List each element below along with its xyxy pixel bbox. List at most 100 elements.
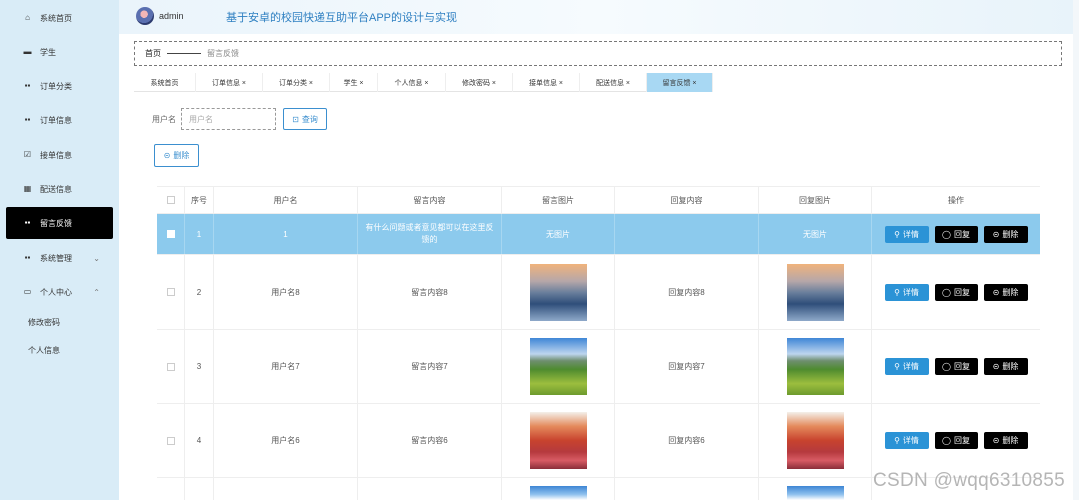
search-icon: ⊡	[292, 114, 299, 124]
reply-image[interactable]	[786, 263, 844, 321]
clipboard-icon: ▦	[23, 184, 32, 193]
avatar[interactable]	[136, 7, 154, 25]
sidebar-item-order-info[interactable]: ▪▪ 订单信息	[6, 105, 113, 135]
detail-button[interactable]: ⚲ 详情	[884, 358, 929, 375]
tab-personal-info[interactable]: 个人信息 ×	[378, 73, 446, 92]
sidebar-item-feedback[interactable]: ▪▪ 留言反馈	[6, 207, 113, 239]
cell-index: 3	[185, 330, 214, 403]
reply-label: 回复	[953, 287, 970, 297]
delete-button[interactable]: ⊝ 删除	[983, 283, 1028, 301]
cell-index: 1	[185, 214, 214, 254]
reply-label: 回复	[953, 229, 970, 239]
reply-button[interactable]: ◯ 回复	[934, 432, 978, 449]
row-checkbox[interactable]	[166, 362, 175, 371]
username-search-input[interactable]	[181, 108, 276, 130]
delete-icon: ⊝	[992, 229, 1000, 239]
delete-button[interactable]: ⊝ 删除	[983, 358, 1028, 375]
sidebar-item-home[interactable]: ⌂ 系统首页	[6, 3, 113, 33]
reply-image[interactable]	[786, 338, 844, 395]
checklist-icon: ☑	[23, 150, 32, 159]
breadcrumb-home[interactable]: 首页	[145, 48, 161, 59]
tab-order-info[interactable]: 订单信息 ×	[196, 73, 263, 92]
tab-feedback[interactable]: 留言反馈 ×	[647, 73, 713, 92]
tab-order-category[interactable]: 订单分类 ×	[263, 73, 330, 92]
cell-username: 用户名8	[214, 255, 358, 329]
delete-icon: ⊝	[992, 287, 1000, 297]
sidebar-item-order-category[interactable]: ▪▪ 订单分类	[6, 71, 113, 101]
sidebar-item-label: 订单信息	[40, 115, 72, 125]
tab-bar: 系统首页 订单信息 × 订单分类 × 学生 × 个人信息 × 修改密码 × 接单…	[134, 73, 713, 92]
chevron-down-icon: ⌄	[93, 253, 100, 263]
batch-delete-button[interactable]: ⊝ 删除	[154, 144, 199, 167]
cell-index: 2	[185, 255, 214, 329]
row-checkbox-cell	[157, 255, 185, 329]
cell-reply-image	[759, 478, 872, 500]
tab-home[interactable]: 系统首页	[134, 73, 196, 92]
cell-reply-image	[759, 330, 872, 403]
detail-button[interactable]: ⚲ 详情	[884, 283, 929, 301]
sidebar-item-label: 接单信息	[40, 150, 72, 160]
cell-actions: ⚲ 详情 ◯ 回复 ⊝ 删除	[872, 214, 1040, 254]
cell-content: 有什么问题或者意见都可以在这里反馈的	[358, 214, 502, 254]
delete-button[interactable]: ⊝ 删除	[983, 432, 1028, 449]
grid-icon: ▪▪	[24, 115, 31, 124]
cell-content: 留言内容6	[358, 404, 502, 477]
row-checkbox[interactable]	[166, 230, 175, 238]
table-row[interactable]: 1 1 有什么问题或者意见都可以在这里反馈的 无图片 无图片 ⚲ 详情 ◯ 回复 ⊝…	[157, 214, 1040, 255]
sidebar-item-accept-info[interactable]: ☑ 接单信息	[6, 140, 113, 170]
cell-reply-image: 无图片	[759, 214, 872, 254]
feedback-image[interactable]	[529, 486, 587, 500]
tab-accept-info[interactable]: 接单信息 ×	[513, 73, 580, 92]
detail-button[interactable]: ⚲ 详情	[884, 225, 929, 243]
top-header: admin 基于安卓的校园快递互助平台APP的设计与实现	[119, 0, 1079, 34]
reply-button[interactable]: ◯ 回复	[934, 358, 978, 375]
sidebar-subitem-change-password[interactable]: 修改密码	[28, 317, 60, 328]
reply-label: 回复	[953, 362, 970, 371]
search-icon: ⚲	[894, 287, 900, 297]
cell-actions: ⚲ 详情 ◯ 回复 ⊝ 删除	[872, 255, 1040, 329]
chevron-up-icon: ⌃	[93, 287, 100, 297]
row-checkbox[interactable]	[166, 436, 175, 445]
sidebar-item-personal-center[interactable]: ▭ 个人中心 ⌃	[6, 277, 113, 307]
grid-icon: ▪▪	[24, 81, 31, 90]
cell-actions: ⚲ 详情 ◯ 回复 ⊝ 删除	[872, 330, 1040, 403]
reply-image[interactable]	[786, 412, 844, 469]
query-button[interactable]: ⊡ 查询	[283, 108, 327, 130]
col-reply-image: 回复图片	[759, 187, 872, 213]
tab-student[interactable]: 学生 ×	[330, 73, 378, 92]
id-card-icon: ▬	[23, 47, 32, 56]
grid-icon: ▪▪	[24, 218, 31, 227]
sidebar-subitem-personal-info[interactable]: 个人信息	[28, 345, 60, 356]
delete-button[interactable]: ⊝ 删除	[983, 225, 1028, 243]
col-image: 留言图片	[502, 187, 615, 213]
feedback-image[interactable]	[529, 263, 587, 321]
feedback-image[interactable]	[529, 338, 587, 395]
scrollbar-track[interactable]	[1073, 0, 1079, 500]
cell-reply	[615, 214, 759, 254]
cell-content	[358, 478, 502, 500]
table-row[interactable]: 4 用户名6 留言内容6 回复内容6 ⚲ 详情 ◯ 回复 ⊝ 删除	[157, 404, 1040, 478]
reply-image[interactable]	[786, 486, 844, 500]
row-checkbox-cell	[157, 330, 185, 403]
reply-button[interactable]: ◯ 回复	[934, 283, 978, 301]
cell-reply-image	[759, 255, 872, 329]
row-checkbox[interactable]	[166, 288, 175, 296]
detail-label: 详情	[902, 362, 919, 371]
sidebar-item-delivery-info[interactable]: ▦ 配送信息	[6, 174, 113, 204]
cell-image	[502, 478, 615, 500]
table-row[interactable]: 2 用户名8 留言内容8 回复内容8 ⚲ 详情 ◯ 回复 ⊝ 删除	[157, 255, 1040, 330]
feedback-image[interactable]	[529, 412, 587, 469]
table-row[interactable]: 3 用户名7 留言内容7 回复内容7 ⚲ 详情 ◯ 回复 ⊝ 删除	[157, 330, 1040, 404]
cell-reply: 回复内容6	[615, 404, 759, 477]
tab-delivery-info[interactable]: 配送信息 ×	[580, 73, 647, 92]
cell-content: 留言内容7	[358, 330, 502, 403]
sidebar-item-system-management[interactable]: ▪▪ 系统管理 ⌄	[6, 243, 113, 273]
breadcrumb-current: 留言反馈	[207, 49, 239, 58]
detail-button[interactable]: ⚲ 详情	[884, 432, 929, 449]
tab-change-password[interactable]: 修改密码 ×	[446, 73, 513, 92]
cell-content: 留言内容8	[358, 255, 502, 329]
reply-button[interactable]: ◯ 回复	[934, 225, 978, 243]
sidebar-item-student[interactable]: ▬ 学生	[6, 37, 113, 67]
select-all-checkbox[interactable]	[166, 196, 175, 204]
row-checkbox-cell	[157, 404, 185, 477]
